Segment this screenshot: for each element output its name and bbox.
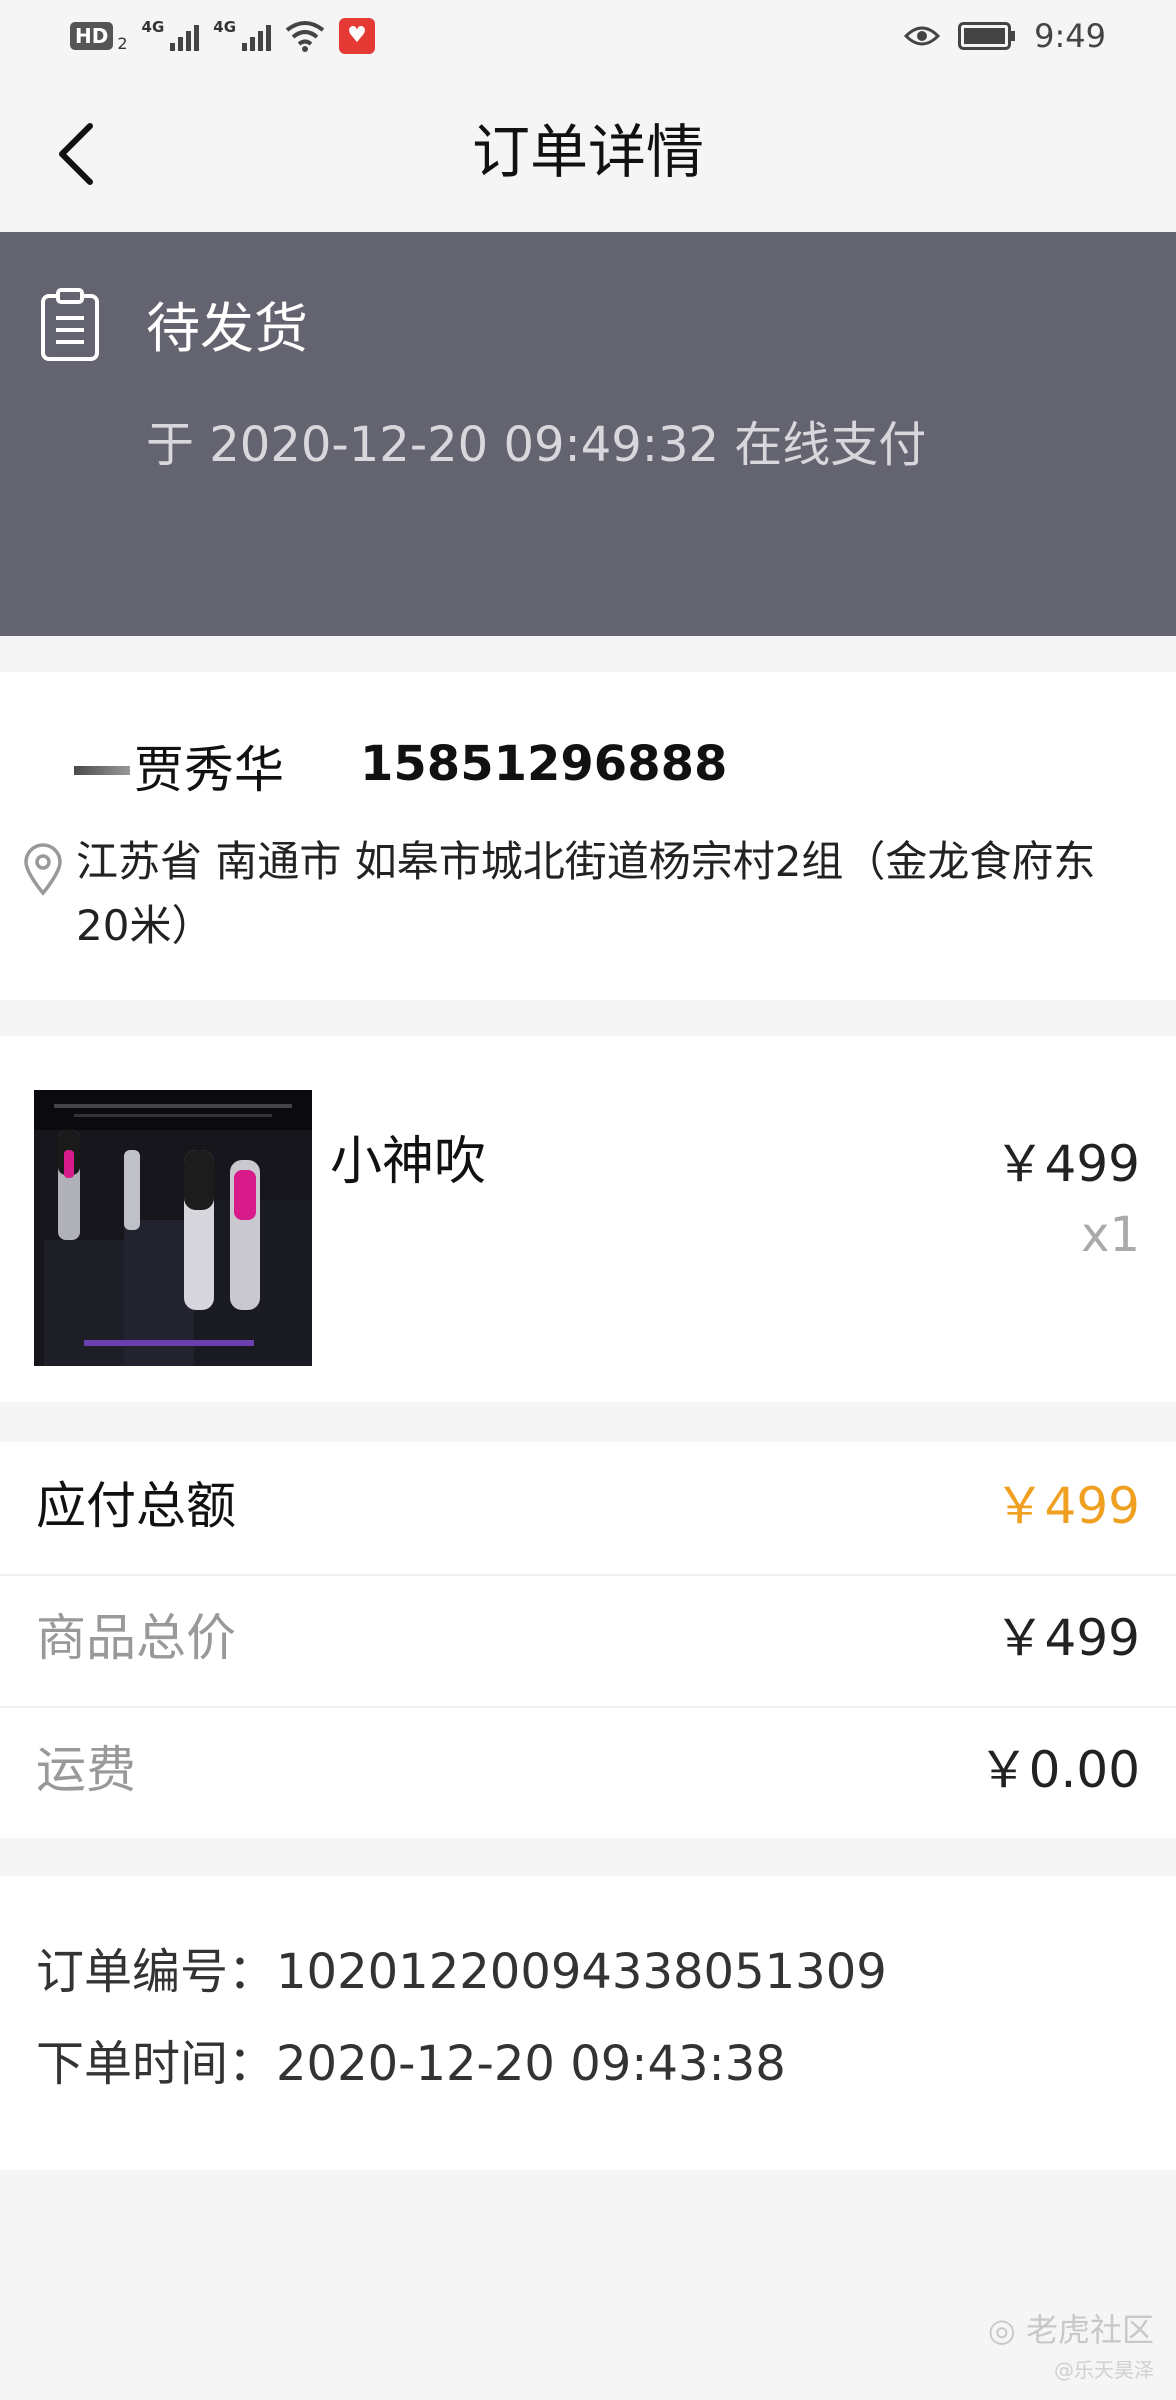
hd-badge: HD [70, 22, 114, 50]
recipient-address: 江苏省 南通市 如皋市城北街道杨宗村2组（金龙食府东20米） [76, 837, 1096, 950]
product-image[interactable] [34, 1090, 312, 1366]
total-due-value: ￥499 [994, 1477, 1140, 1535]
order-number[interactable]: 订单编号：10201220094338051309 [36, 1932, 887, 2012]
status-bar-left: HD 2 4G 4G ♥ [70, 18, 376, 54]
goods-total-value: ￥499 [994, 1609, 1140, 1667]
product-quantity: x1 [1081, 1207, 1140, 1263]
order-info-card [0, 1876, 1176, 2170]
clipboard-icon [40, 288, 100, 362]
location-pin-icon [22, 842, 64, 896]
divider [0, 1706, 1176, 1708]
clock: 9:49 [1034, 17, 1106, 55]
goods-total-label: 商品总价 [36, 1609, 236, 1667]
signal-icon-2 [242, 21, 272, 51]
network-type-2: 4G [213, 18, 237, 36]
battery-icon [958, 22, 1016, 50]
order-status-subtitle: 于 2020-12-20 09:49:32 在线支付 [146, 417, 927, 473]
order-time: 下单时间：2020-12-20 09:43:38 [36, 2036, 786, 2092]
name-decoration [74, 766, 130, 775]
hd-sub-label: 2 [117, 33, 128, 53]
app-notification-icon: ♥ [339, 18, 376, 54]
divider [0, 1574, 1176, 1576]
wifi-icon [285, 21, 325, 52]
watermark-text: 老虎社区 [1025, 2311, 1154, 2349]
network-type-1: 4G [141, 18, 165, 36]
watermark: ◎ 老虎社区 [988, 2310, 1154, 2350]
eye-icon [904, 26, 941, 46]
total-due-label: 应付总额 [36, 1477, 236, 1535]
signal-icon-1 [170, 21, 200, 51]
status-bar-right: 9:49 [904, 14, 1106, 58]
recipient-name: 贾秀华 [134, 741, 284, 799]
recipient-phone: 15851296888 [360, 736, 728, 792]
order-status-title: 待发货 [146, 297, 308, 360]
watermark-sub: @乐天昊泽 [1054, 2358, 1154, 2382]
product-name: 小神吹 [330, 1132, 487, 1192]
product-price: ￥499 [994, 1135, 1140, 1193]
watermark-logo-icon: ◎ [987, 2311, 1016, 2349]
shipping-value: ￥0.00 [978, 1741, 1140, 1799]
page-title: 订单详情 [471, 118, 704, 186]
shipping-label: 运费 [36, 1741, 136, 1799]
